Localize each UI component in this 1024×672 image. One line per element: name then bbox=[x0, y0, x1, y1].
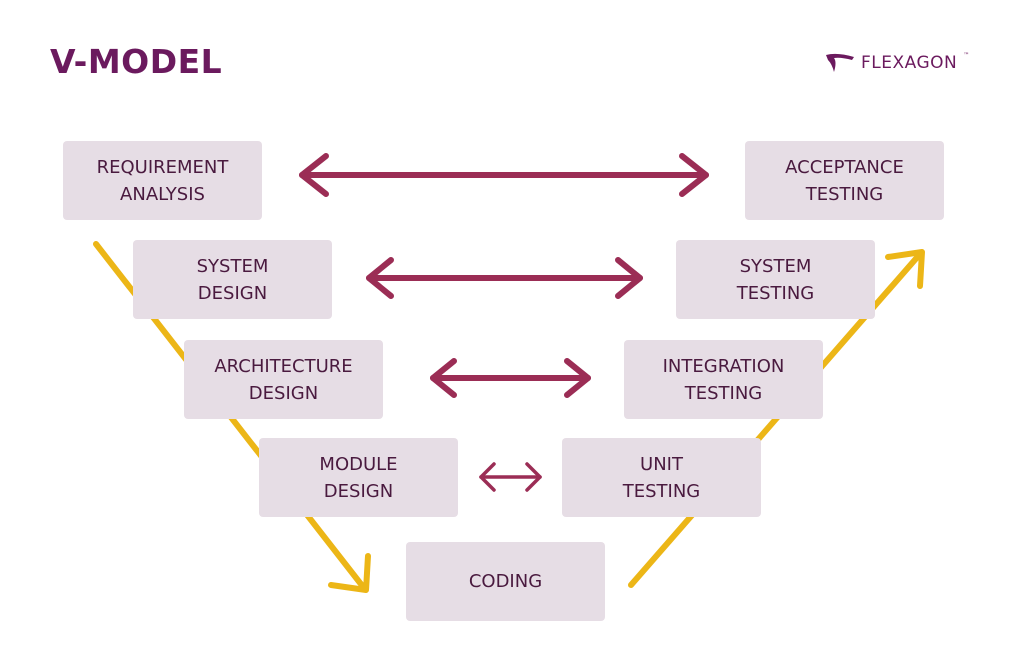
phase-integration-testing: INTEGRATION TESTING bbox=[624, 340, 823, 419]
phase-requirement-analysis: REQUIREMENT ANALYSIS bbox=[63, 141, 262, 220]
phase-unit-testing: UNIT TESTING bbox=[562, 438, 761, 517]
phase-system-design: SYSTEM DESIGN bbox=[133, 240, 332, 319]
phase-coding: CODING bbox=[406, 542, 605, 621]
pair-arrow-4 bbox=[479, 462, 542, 492]
phase-acceptance-testing: ACCEPTANCE TESTING bbox=[745, 141, 944, 220]
pair-arrow-3 bbox=[430, 358, 591, 398]
phase-system-testing: SYSTEM TESTING bbox=[676, 240, 875, 319]
phase-architecture-design: ARCHITECTURE DESIGN bbox=[184, 340, 383, 419]
phase-module-design: MODULE DESIGN bbox=[259, 438, 458, 517]
pair-arrow-1 bbox=[299, 153, 709, 197]
pair-arrow-2 bbox=[366, 257, 643, 299]
